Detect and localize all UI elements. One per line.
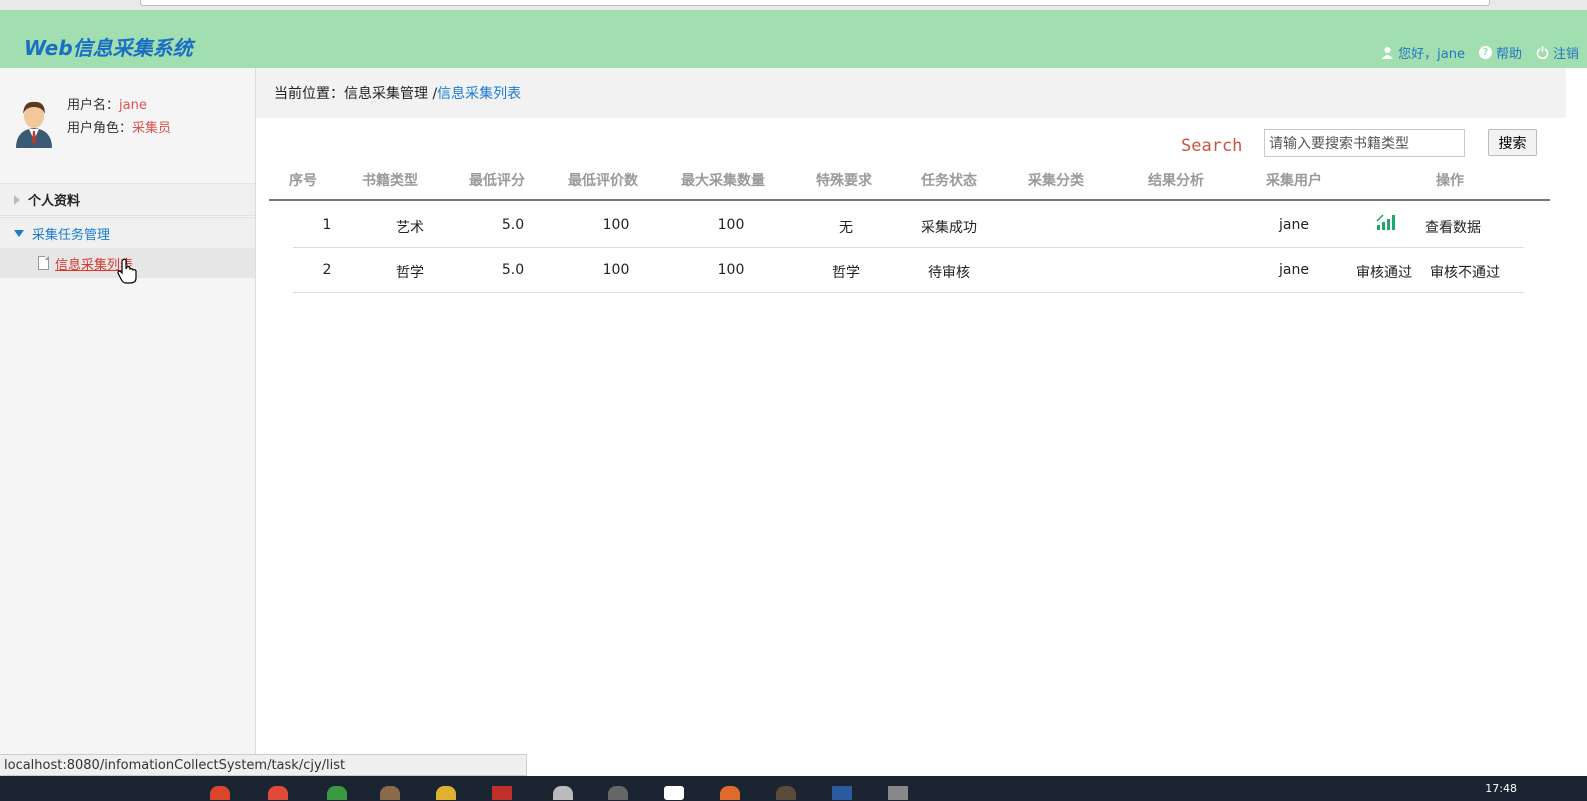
- col-header: 最低评分: [469, 173, 525, 189]
- user-icon: [1382, 47, 1394, 59]
- cell-type: 艺术: [396, 220, 424, 236]
- greeting-text: 您好，jane: [1398, 47, 1465, 62]
- cell-no: 2: [322, 262, 332, 278]
- table-row: 1 艺术 5.0 100 100 无 采集成功 jane 查看数据: [293, 203, 1524, 248]
- logout-link[interactable]: 注销: [1536, 43, 1579, 62]
- address-bar[interactable]: [140, 0, 1490, 6]
- cell-min-reviews: 100: [602, 217, 630, 233]
- taskbar-app-icon[interactable]: [380, 786, 400, 800]
- col-header: 任务状态: [921, 173, 977, 189]
- caret-down-icon: [14, 230, 24, 237]
- taskbar-app-icon[interactable]: [436, 786, 456, 800]
- user-box: 用户名：jane 用户角色：采集员: [0, 68, 256, 178]
- sidebar: 用户名：jane 用户角色：采集员 个人资料 采集任务管理 信息采集列表: [0, 68, 256, 773]
- breadcrumb-prefix: 当前位置：信息采集管理 /: [274, 86, 438, 102]
- breadcrumb: 当前位置：信息采集管理 / 信息采集列表: [256, 68, 1566, 118]
- cell-min-score: 5.0: [501, 217, 525, 233]
- reject-link[interactable]: 审核不通过: [1430, 262, 1500, 282]
- taskbar-app-icon[interactable]: [327, 786, 347, 800]
- search-label: Search: [1181, 136, 1243, 156]
- hand-cursor-icon: [117, 258, 137, 284]
- col-header: 书籍类型: [362, 173, 418, 189]
- app-logo: Web信息采集系统: [24, 36, 193, 60]
- help-text: 帮助: [1495, 47, 1522, 62]
- menu-task-management[interactable]: 采集任务管理: [0, 217, 255, 250]
- table-row: 2 哲学 5.0 100 100 哲学 待审核 jane 审核通过 审核不通过: [293, 248, 1524, 293]
- col-header: 最低评价数: [568, 173, 638, 189]
- cell-no: 1: [322, 217, 332, 233]
- taskbar-app-icon[interactable]: [776, 786, 796, 800]
- cell-max-count: 100: [717, 217, 745, 233]
- logout-text: 注销: [1552, 47, 1579, 62]
- table-header: 序号 书籍类型 最低评分 最低评价数 最大采集数量 特殊要求 任务状态 采集分类…: [269, 166, 1550, 201]
- username-value: jane: [119, 98, 147, 113]
- taskbar-app-icon[interactable]: [720, 786, 740, 800]
- cell-user: jane: [1279, 262, 1309, 278]
- taskbar-app-icon[interactable]: [608, 786, 628, 800]
- role-label: 用户角色：: [67, 121, 133, 136]
- taskbar-clock: 17:48: [1485, 782, 1517, 795]
- cell-status: 采集成功: [921, 220, 977, 236]
- help-link[interactable]: ? 帮助: [1478, 43, 1522, 62]
- search-input[interactable]: [1264, 129, 1465, 157]
- power-icon: [1536, 46, 1549, 59]
- view-data-link[interactable]: 查看数据: [1425, 217, 1481, 237]
- menu-personal-info[interactable]: 个人资料: [0, 183, 255, 216]
- cell-max-count: 100: [717, 262, 745, 278]
- taskbar-app-icon[interactable]: [268, 786, 288, 800]
- role-value: 采集员: [132, 121, 172, 136]
- cell-min-score: 5.0: [501, 262, 525, 278]
- col-header: 采集用户: [1266, 173, 1322, 189]
- taskbar-app-icon[interactable]: [553, 786, 573, 800]
- cell-special: 无: [839, 220, 853, 236]
- top-links: 您好，jane ? 帮助 注销: [1381, 43, 1579, 62]
- col-header: 最大采集数量: [681, 173, 765, 189]
- menu-label: 个人资料: [28, 194, 81, 209]
- taskbar-app-icon[interactable]: [664, 786, 684, 800]
- help-icon: ?: [1478, 46, 1492, 59]
- avatar: [16, 101, 52, 148]
- col-header: 采集分类: [1028, 173, 1084, 189]
- browser-chrome: [0, 0, 1587, 10]
- approve-link[interactable]: 审核通过: [1356, 262, 1412, 282]
- col-header: 操作: [1436, 173, 1464, 189]
- cell-type: 哲学: [396, 265, 424, 281]
- taskbar-app-icon[interactable]: [832, 786, 852, 800]
- username-label: 用户名：: [67, 98, 120, 113]
- document-icon: [38, 256, 49, 270]
- status-bar-url: localhost:8080/infomationCollectSystem/t…: [0, 754, 527, 776]
- col-header: 特殊要求: [816, 173, 872, 189]
- caret-right-icon: [14, 194, 20, 205]
- bar-chart-icon[interactable]: [1376, 213, 1396, 231]
- col-header: 结果分析: [1148, 173, 1204, 189]
- cell-user: jane: [1279, 217, 1309, 233]
- os-taskbar: 17:48: [0, 776, 1587, 801]
- cell-status: 待审核: [928, 265, 970, 281]
- col-header: 序号: [289, 173, 317, 189]
- cell-min-reviews: 100: [602, 262, 630, 278]
- menu-label: 采集任务管理: [32, 228, 111, 243]
- search-button[interactable]: 搜索: [1488, 129, 1537, 156]
- greeting-link[interactable]: 您好，jane: [1381, 43, 1465, 62]
- cell-special: 哲学: [832, 265, 860, 281]
- taskbar-app-icon[interactable]: [210, 786, 230, 800]
- main-content: 当前位置：信息采集管理 / 信息采集列表 Search 搜索 序号 书籍类型 最…: [256, 68, 1587, 773]
- taskbar-app-icon[interactable]: [492, 786, 512, 800]
- taskbar-app-icon[interactable]: [888, 786, 908, 800]
- breadcrumb-current[interactable]: 信息采集列表: [437, 83, 521, 103]
- app-header: Web信息采集系统 您好，jane ? 帮助 注销: [0, 10, 1587, 68]
- user-info: 用户名：jane 用户角色：采集员: [67, 94, 171, 140]
